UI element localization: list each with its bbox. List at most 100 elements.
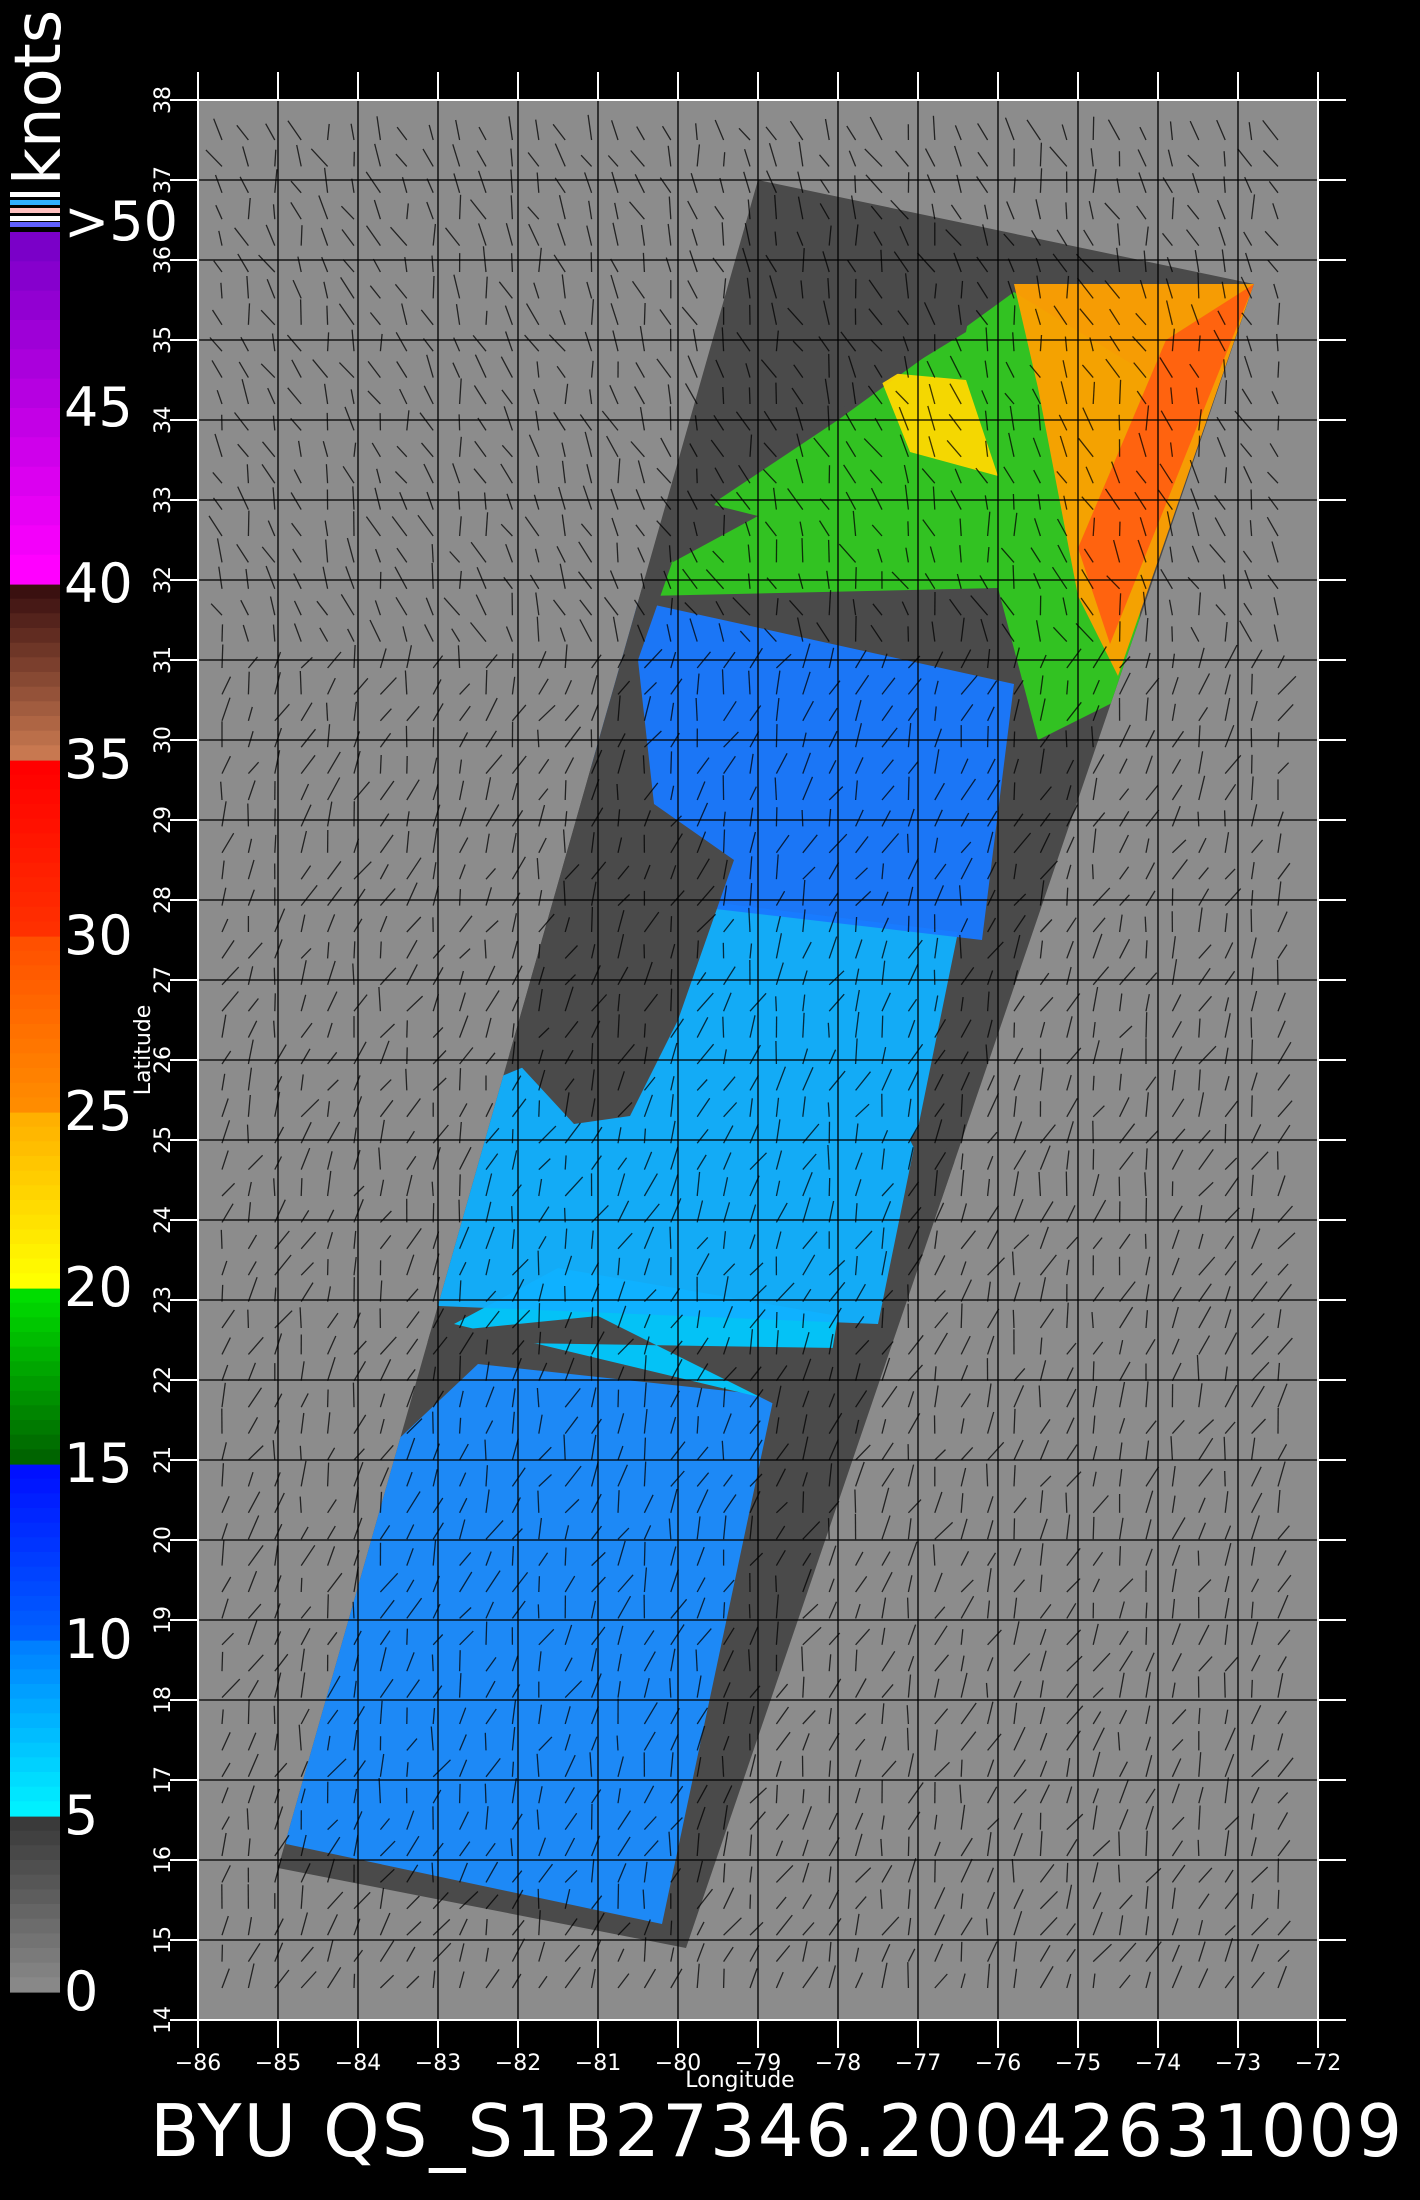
- wind-vector: [960, 1941, 963, 1962]
- wind-vector: [1065, 730, 1068, 748]
- legend-tick-label: 30: [64, 904, 133, 967]
- wind-vector: [1197, 1550, 1200, 1566]
- legend-tick-label: 0: [64, 1960, 98, 2023]
- wind-vector: [1012, 1309, 1015, 1329]
- legend-color-band: [10, 290, 60, 321]
- wind-vector: [564, 780, 567, 801]
- latitude-tick-label: 34: [151, 406, 176, 434]
- wind-vector: [511, 1129, 514, 1144]
- wind-vector: [353, 1973, 356, 1989]
- wind-vector: [906, 833, 910, 853]
- wind-vector: [221, 1284, 224, 1302]
- legend-tick-label: 25: [64, 1080, 133, 1143]
- wind-vector: [1197, 811, 1200, 827]
- legend-color-band: [10, 1361, 60, 1377]
- wind-vector: [960, 1759, 963, 1777]
- figure-caption: BYU QS_S1B27346.20042631009: [150, 2089, 1404, 2173]
- wind-vector: [1277, 361, 1280, 378]
- wind-vector: [1013, 1518, 1016, 1540]
- legend-color-band: [10, 1082, 60, 1098]
- wind-vector: [669, 406, 672, 431]
- wind-vector: [827, 1518, 830, 1540]
- wind-vector: [643, 1023, 646, 1038]
- legend-overflow-band: [10, 216, 60, 221]
- wind-vector: [1092, 1516, 1095, 1540]
- legend-color-band: [10, 1845, 60, 1861]
- wind-vector: [485, 1621, 488, 1645]
- legend-color-band: [10, 1449, 60, 1465]
- wind-vector: [406, 1020, 408, 1038]
- wind-vector: [590, 906, 594, 933]
- legend-color-band: [10, 1156, 60, 1172]
- legend-color-band: [10, 774, 60, 790]
- wind-vector: [696, 468, 698, 484]
- legend-color-band: [10, 1420, 60, 1436]
- wind-vector: [907, 1836, 910, 1857]
- wind-vector: [1223, 810, 1226, 827]
- wind-vector: [274, 993, 276, 1012]
- latitude-tick-label: 31: [151, 646, 176, 674]
- wind-vector: [247, 510, 250, 537]
- wind-vector: [854, 1489, 857, 1513]
- wind-vector: [431, 1654, 434, 1672]
- wind-vector: [775, 1311, 778, 1329]
- legend-color-band: [10, 349, 60, 380]
- legend-color-band: [10, 921, 60, 937]
- wind-vector: [722, 1016, 725, 1038]
- legend-color-band: [10, 657, 60, 673]
- wind-vector: [960, 1303, 963, 1329]
- wind-vector: [722, 1968, 725, 1989]
- legend-color-band: [10, 1684, 60, 1700]
- legend-color-band: [10, 1581, 60, 1597]
- legend-color-band: [10, 1390, 60, 1406]
- wind-vector: [722, 514, 726, 537]
- legend-color-band: [10, 1097, 60, 1113]
- legend-color-band: [10, 804, 60, 820]
- legend-color-band: [10, 613, 60, 629]
- wind-vector: [432, 727, 435, 748]
- wind-vector: [458, 1355, 462, 1381]
- wind-vector: [1092, 1361, 1095, 1381]
- legend-color-band: [10, 1464, 60, 1480]
- wind-vector: [854, 175, 857, 193]
- legend-color-band: [10, 965, 60, 981]
- latitude-tick-label: 28: [151, 886, 176, 914]
- legend-color-band: [10, 1053, 60, 1069]
- legend-color-band: [10, 1654, 60, 1670]
- wind-vector: [616, 1735, 619, 1751]
- wind-vector: [458, 1199, 461, 1223]
- wind-vector: [299, 1445, 302, 1461]
- legend-color-band: [10, 496, 60, 526]
- legend-overflow-band: [10, 222, 60, 227]
- wind-vector: [643, 302, 646, 325]
- legend-color-band: [10, 980, 60, 996]
- legend-color-band: [10, 554, 60, 585]
- legend-color-band: [10, 320, 60, 350]
- latitude-tick-label: 25: [151, 1126, 176, 1154]
- legend-color-band: [10, 760, 60, 776]
- legend-overflow-band: [10, 208, 60, 213]
- wind-vector: [326, 1594, 329, 1619]
- wind-vector: [907, 776, 910, 801]
- wind-vector: [1118, 1546, 1122, 1566]
- wind-vector: [1197, 1839, 1200, 1857]
- wind-vector: [775, 807, 778, 827]
- legend-color-band: [10, 701, 60, 717]
- legend-color-band: [10, 1566, 60, 1582]
- wind-vector: [458, 1068, 462, 1091]
- wind-vector: [511, 653, 514, 669]
- wind-vector: [458, 1174, 461, 1197]
- legend-color-band: [10, 1537, 60, 1553]
- latitude-tick-label: 24: [151, 1206, 176, 1234]
- wind-vector: [669, 1226, 672, 1249]
- wind-vector: [1092, 1075, 1095, 1091]
- wind-vector: [1250, 1679, 1253, 1698]
- wind-vector: [352, 1382, 355, 1408]
- legend-color-band: [10, 1508, 60, 1524]
- wind-vector: [273, 967, 276, 985]
- legend-color-band: [10, 598, 60, 614]
- wind-vector: [827, 1102, 830, 1117]
- longitude-tick-label: −74: [1135, 2051, 1181, 2076]
- legend-tick-label: 20: [64, 1256, 133, 1319]
- wind-vector: [670, 988, 673, 1012]
